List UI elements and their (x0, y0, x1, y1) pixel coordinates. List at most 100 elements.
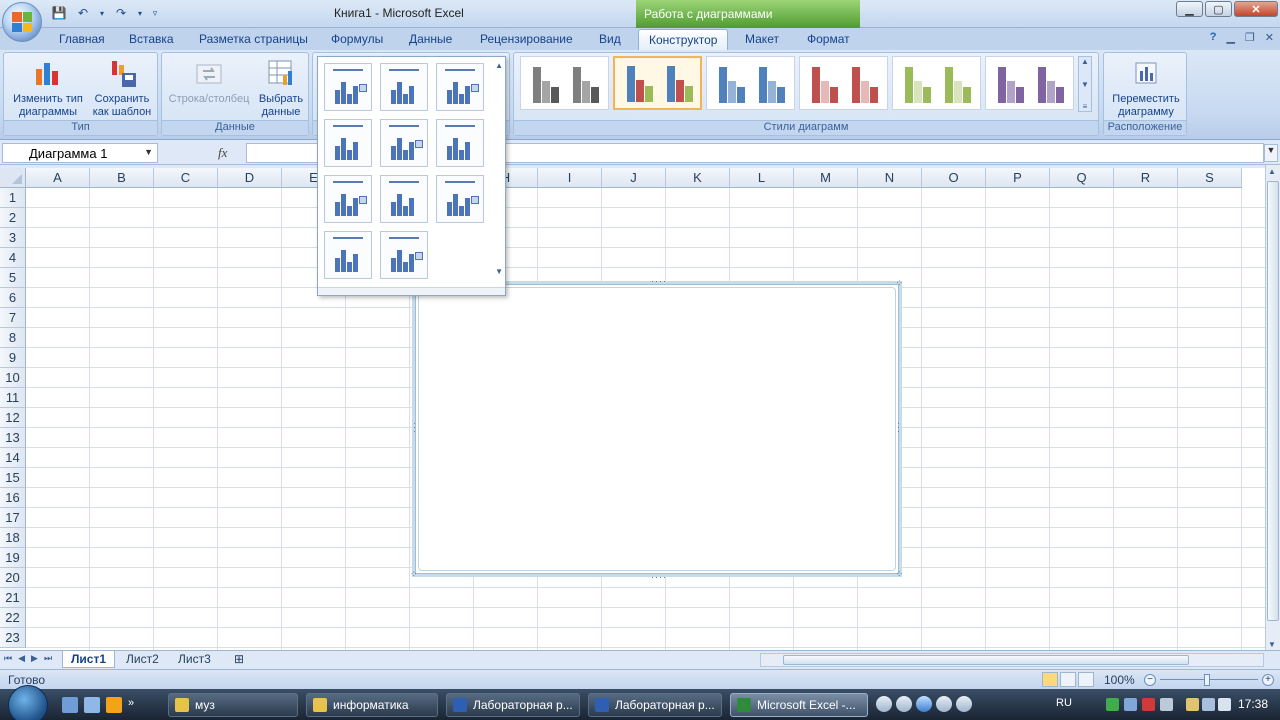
chart-resize-handle-br[interactable]: ⁘ (895, 569, 904, 580)
chart-style-option[interactable] (520, 56, 609, 110)
chart-object[interactable]: ···· ···· ··· ··· ⁘ ⁘ ⁘ ⁘ (410, 276, 904, 582)
select-data-button[interactable]: Выбрать данные (254, 57, 308, 119)
media-stop-icon[interactable] (876, 696, 892, 712)
taskbar-item-3[interactable]: Лабораторная р... (446, 693, 580, 717)
redo-icon[interactable]: ↷ (112, 4, 130, 22)
column-header[interactable]: B (90, 168, 154, 188)
row-header[interactable]: 22 (0, 608, 26, 628)
sheet-tab-1[interactable]: Лист1 (62, 651, 116, 668)
tray-misc-icon[interactable] (1160, 698, 1173, 711)
chart-layout-option[interactable] (324, 175, 372, 223)
column-header[interactable]: L (730, 168, 794, 188)
row-header[interactable]: 17 (0, 508, 26, 528)
media-next-icon[interactable] (936, 696, 952, 712)
scroll-up-icon[interactable]: ▲ (1268, 167, 1276, 176)
column-header[interactable]: Q (1050, 168, 1114, 188)
maximize-button[interactable]: ▢ (1205, 1, 1232, 17)
chart-layout-option[interactable] (436, 119, 484, 167)
horizontal-scroll-thumb[interactable] (783, 655, 1189, 665)
taskbar-item-5[interactable]: Microsoft Excel -... (730, 693, 868, 717)
chart-resize-handle-tr[interactable]: ⁘ (895, 278, 904, 289)
zoom-level[interactable]: 100% (1104, 673, 1135, 687)
row-header[interactable]: 2 (0, 208, 26, 228)
column-header[interactable]: D (218, 168, 282, 188)
tray-antivirus-icon[interactable] (1142, 698, 1155, 711)
row-header[interactable]: 4 (0, 248, 26, 268)
redo-dropdown-icon[interactable]: ▾ (136, 4, 144, 22)
chart-layout-option[interactable] (380, 231, 428, 279)
tab-layout[interactable]: Макет (745, 32, 779, 46)
chart-resize-handle-right[interactable]: ··· (894, 422, 904, 434)
doc-close-icon[interactable]: ✕ (1265, 31, 1274, 44)
layouts-resize-grip[interactable] (318, 287, 505, 295)
start-button[interactable] (8, 685, 48, 720)
taskbar-item-4[interactable]: Лабораторная р... (588, 693, 722, 717)
switch-row-column-button[interactable]: Строка/столбец (164, 57, 254, 106)
change-chart-type-button[interactable]: Изменить тип диаграммы (8, 57, 88, 119)
row-header[interactable]: 15 (0, 468, 26, 488)
doc-minimize-icon[interactable]: ▁ (1226, 31, 1234, 44)
chart-resize-handle-bl[interactable]: ⁘ (410, 569, 419, 580)
chart-style-option[interactable] (985, 56, 1074, 110)
page-break-view-icon[interactable] (1078, 672, 1094, 687)
name-box[interactable]: Диаграмма 1 ▼ (2, 143, 158, 163)
zoom-slider[interactable]: − + (1144, 674, 1274, 686)
column-header[interactable]: S (1178, 168, 1242, 188)
column-header[interactable]: O (922, 168, 986, 188)
expand-formula-bar-icon[interactable]: ▼ (1264, 144, 1278, 162)
layouts-scroll-down-icon[interactable]: ▼ (495, 267, 503, 276)
tab-home[interactable]: Главная (59, 32, 105, 46)
tab-format[interactable]: Формат (807, 32, 850, 46)
chart-area[interactable] (418, 287, 896, 571)
row-header[interactable]: 1 (0, 188, 26, 208)
column-header[interactable]: N (858, 168, 922, 188)
tab-data[interactable]: Данные (409, 32, 452, 46)
row-header[interactable]: 23 (0, 628, 26, 648)
chart-layout-option[interactable] (324, 63, 372, 111)
customize-qat-icon[interactable]: ▿ (150, 4, 160, 22)
chart-resize-handle-left[interactable]: ··· (410, 422, 420, 434)
office-button[interactable] (2, 2, 42, 42)
row-header[interactable]: 9 (0, 348, 26, 368)
select-all-corner[interactable] (0, 168, 26, 188)
row-header[interactable]: 10 (0, 368, 26, 388)
chart-layout-option[interactable] (380, 119, 428, 167)
doc-restore-icon[interactable]: ❐ (1245, 31, 1255, 44)
row-header[interactable]: 21 (0, 588, 26, 608)
prev-sheet-icon[interactable]: ◀ (18, 653, 25, 664)
save-as-template-button[interactable]: Сохранить как шаблон (88, 57, 156, 119)
chart-layout-option[interactable] (436, 63, 484, 111)
row-header[interactable]: 7 (0, 308, 26, 328)
gallery-more-icon[interactable]: ≡ (1079, 102, 1091, 111)
media-prev-icon[interactable] (896, 696, 912, 712)
media-play-pause-icon[interactable] (916, 696, 932, 712)
row-header[interactable]: 18 (0, 528, 26, 548)
zoom-knob[interactable] (1204, 674, 1210, 686)
show-desktop-icon[interactable] (62, 697, 78, 713)
zoom-out-icon[interactable]: − (1144, 674, 1156, 686)
chart-resize-handle-bottom[interactable]: ···· (651, 572, 667, 582)
column-header[interactable]: C (154, 168, 218, 188)
column-header[interactable]: J (602, 168, 666, 188)
column-header[interactable]: A (26, 168, 90, 188)
minimize-button[interactable]: ▁ (1176, 1, 1203, 17)
tray-safely-remove-icon[interactable] (1186, 698, 1199, 711)
tab-review[interactable]: Рецензирование (480, 32, 573, 46)
layouts-scroll-up-icon[interactable]: ▲ (495, 61, 503, 70)
vertical-scrollbar[interactable]: ▲ ▼ (1265, 165, 1280, 651)
zoom-in-icon[interactable]: + (1262, 674, 1274, 686)
row-header[interactable]: 5 (0, 268, 26, 288)
page-layout-view-icon[interactable] (1060, 672, 1076, 687)
undo-dropdown-icon[interactable]: ▾ (98, 4, 106, 22)
tab-view[interactable]: Вид (599, 32, 621, 46)
move-chart-button[interactable]: Переместить диаграмму (1106, 57, 1186, 119)
normal-view-icon[interactable] (1042, 672, 1058, 687)
chart-style-option[interactable] (613, 56, 702, 110)
clock[interactable]: 17:38 (1238, 697, 1268, 711)
chart-layout-option[interactable] (324, 119, 372, 167)
gallery-down-icon[interactable]: ▼ (1079, 80, 1091, 89)
tray-app-icon[interactable] (1124, 698, 1137, 711)
media-player-icon[interactable] (106, 697, 122, 713)
tab-formulas[interactable]: Формулы (331, 32, 383, 46)
insert-function-icon[interactable]: fx (218, 145, 227, 161)
